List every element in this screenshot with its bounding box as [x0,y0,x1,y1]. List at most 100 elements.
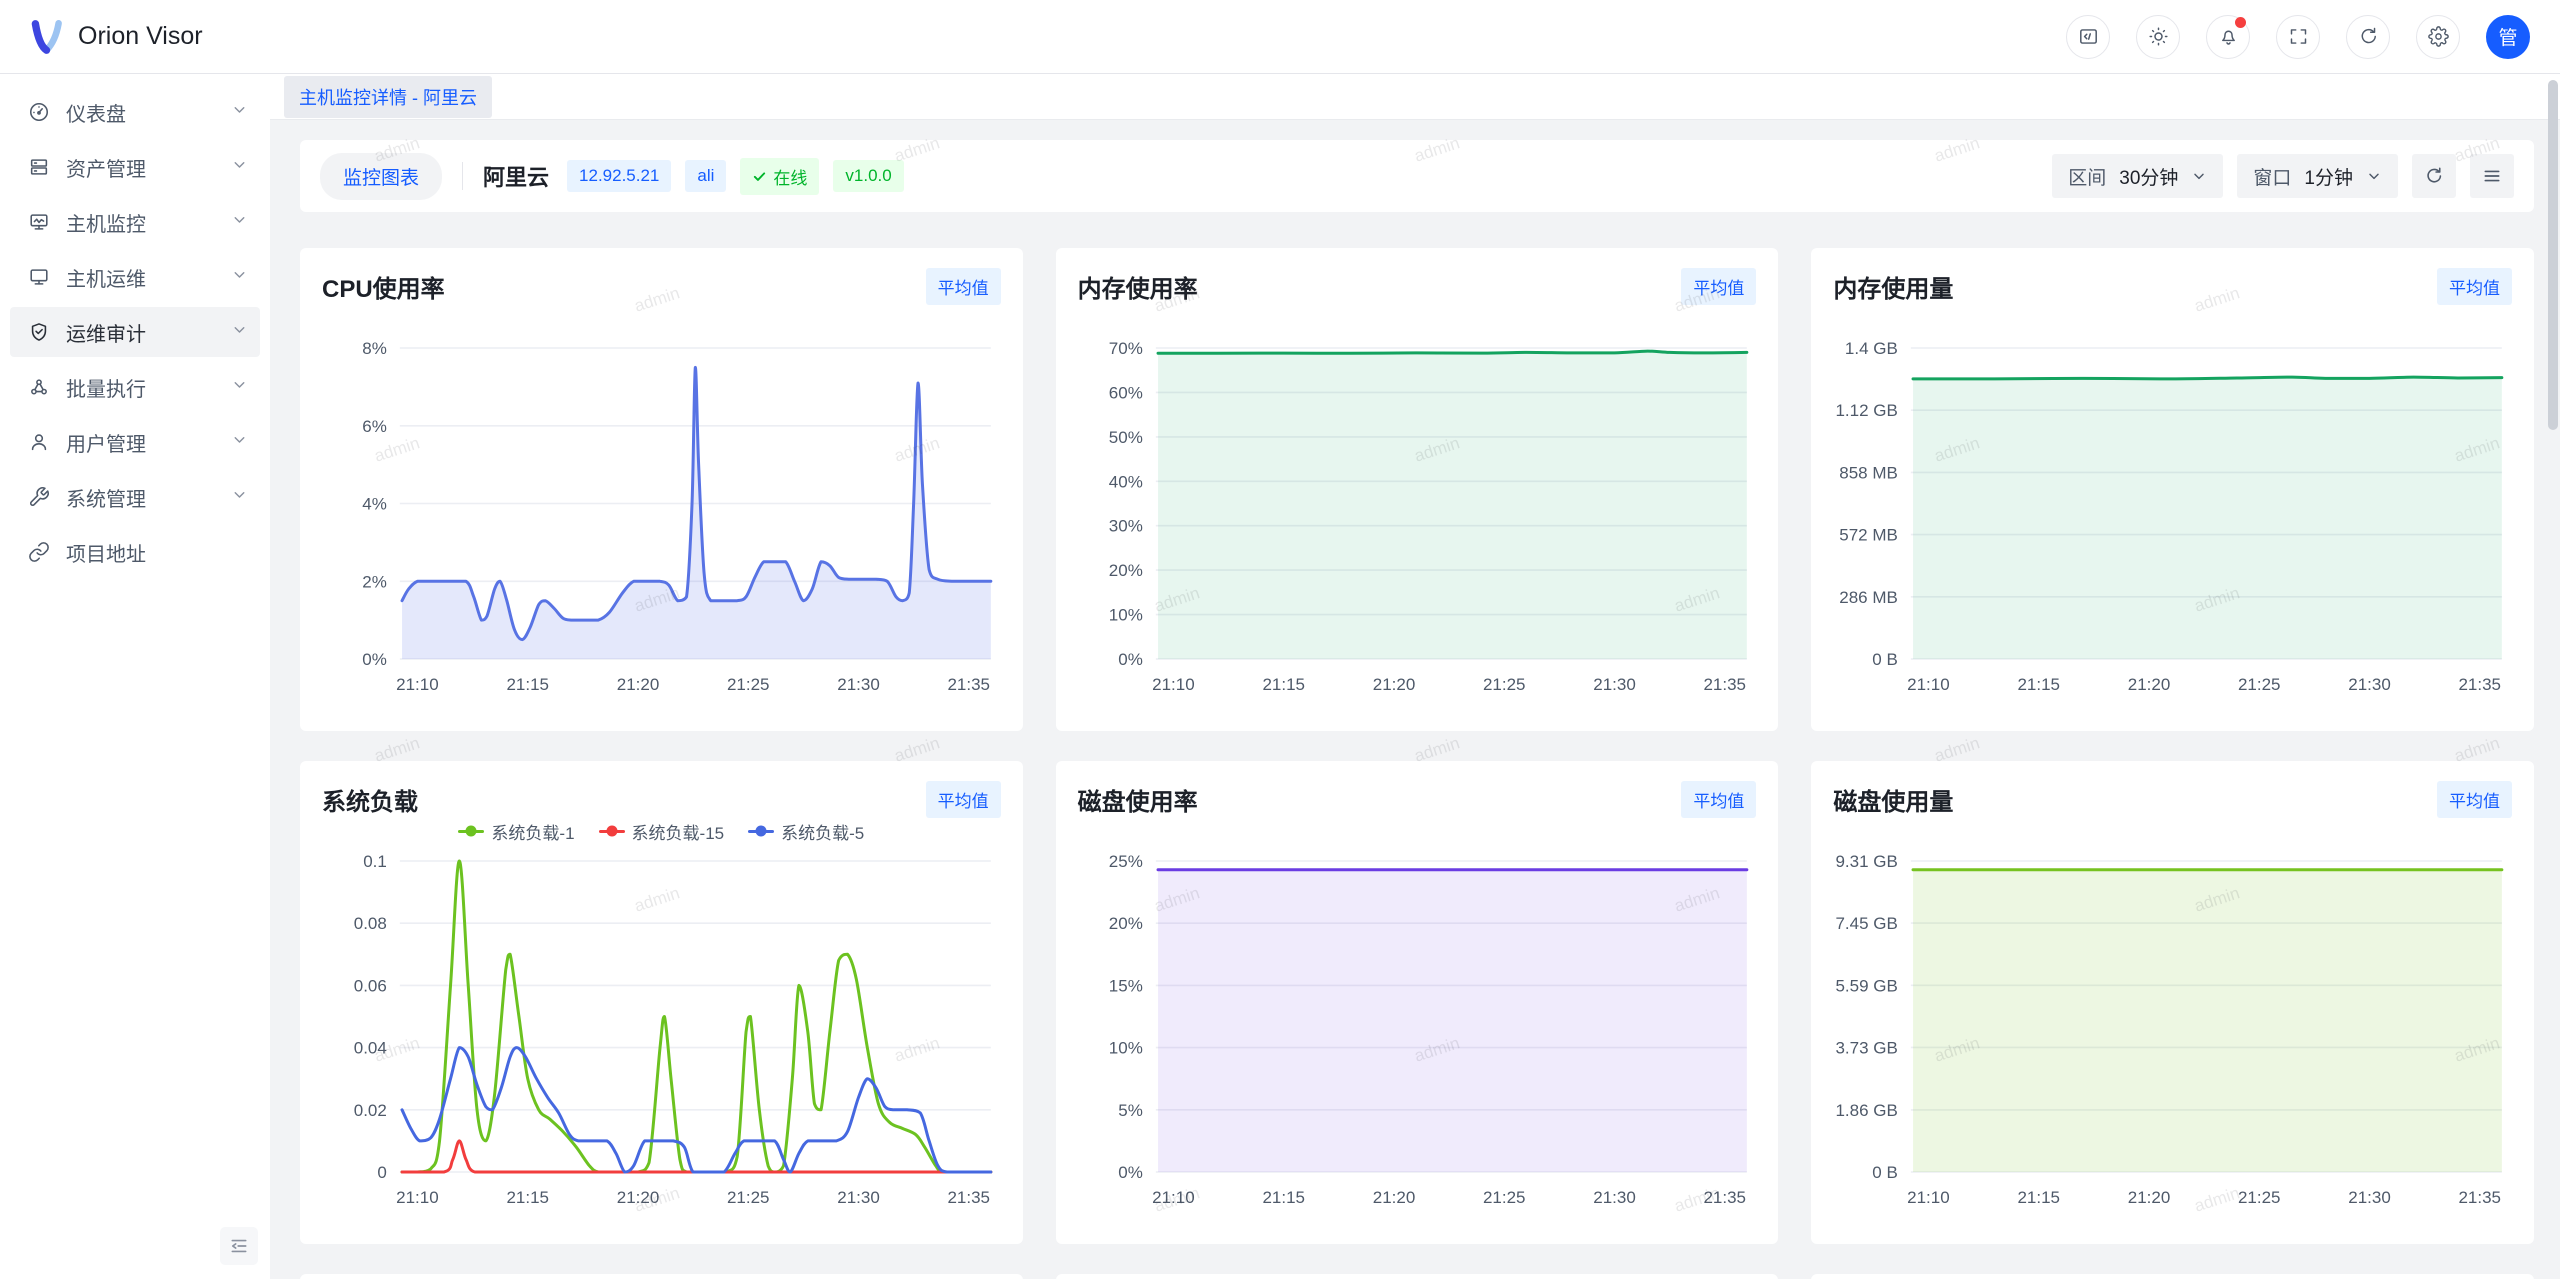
main-area: 主机监控详情 - 阿里云 监控图表 阿里云 12.92.5.21 ali 在线 [270,74,2560,1279]
sidebar-collapse-button[interactable] [220,1227,258,1265]
sidebar-item-label: 主机运维 [66,263,146,292]
chart-canvas: 0 B286 MB572 MB858 MB1.12 GB1.4 GB21:102… [1833,332,2512,702]
svg-text:21:25: 21:25 [2238,1188,2281,1207]
sidebar-item-batch-exec[interactable]: 批量执行 [10,362,260,412]
chart-canvas: 0 B1.86 GB3.73 GB5.59 GB7.45 GB9.31 GB21… [1833,845,2512,1215]
svg-text:10%: 10% [1108,606,1142,625]
svg-text:4%: 4% [362,495,387,514]
svg-text:1.12 GB: 1.12 GB [1836,401,1898,420]
scrollbar[interactable] [2548,76,2558,1276]
svg-text:21:30: 21:30 [1593,1188,1636,1207]
svg-text:21:25: 21:25 [727,675,770,694]
svg-text:0: 0 [377,1163,386,1182]
interval-select[interactable]: 区间 30分钟 [2052,154,2223,198]
legend-item[interactable]: 系统负载-1 [458,819,574,844]
chart-title: CPU使用率 [322,269,445,304]
chart-legend: 系统负载-1 系统负载-15 系统负载-5 [322,817,1001,845]
legend-item[interactable]: 系统负载-15 [599,819,725,844]
breadcrumb-tab[interactable]: 主机监控详情 - 阿里云 [284,76,492,118]
svg-text:21:20: 21:20 [1372,675,1415,694]
aggregation-badge: 平均值 [1681,781,1756,818]
sidebar: 仪表盘 资产管理 主机监控 主机运维 运维审计 [0,74,270,1279]
sidebar-item-ops-audit[interactable]: 运维审计 [10,307,260,357]
settings-button[interactable] [2416,15,2460,59]
chart-card-disk-usage-amount: 磁盘使用量平均值 0 B1.86 GB3.73 GB5.59 GB7.45 GB… [1811,761,2534,1244]
svg-text:21:15: 21:15 [2018,675,2061,694]
sidebar-item-user-management[interactable]: 用户管理 [10,417,260,467]
chevron-down-icon [231,211,248,234]
chart-layout-button[interactable] [2470,154,2514,198]
chart-title: 内存使用量 [1833,269,1953,304]
svg-text:21:20: 21:20 [2128,1188,2171,1207]
svg-text:0.08: 0.08 [354,914,387,933]
header-actions: 管 [2066,15,2530,59]
chart-card-disk-usage-rate: 磁盘使用率平均值 0%5%10%15%20%25%21:1021:1521:20… [1056,761,1779,1244]
svg-text:21:15: 21:15 [506,1188,549,1207]
svg-text:21:10: 21:10 [396,1188,439,1207]
sidebar-item-host-ops[interactable]: 主机运维 [10,252,260,302]
sidebar-item-assets[interactable]: 资产管理 [10,142,260,192]
chart-legend [1078,817,1757,845]
hamburger-icon [2482,166,2502,186]
content: 监控图表 阿里云 12.92.5.21 ali 在线 v1.0.0 区 [270,120,2560,1279]
wrench-icon [28,486,50,508]
chart-legend [1833,304,2512,332]
window-value: 1分钟 [2304,163,2353,190]
chevron-down-icon [2191,168,2207,184]
chart-refresh-button[interactable] [2412,154,2456,198]
agent-version-tag: v1.0.0 [833,160,903,192]
sidebar-item-label: 项目地址 [66,538,146,567]
svg-text:1.86 GB: 1.86 GB [1836,1101,1898,1120]
chevron-down-icon [231,376,248,399]
svg-text:21:30: 21:30 [837,1188,880,1207]
sidebar-item-host-monitor[interactable]: 主机监控 [10,197,260,247]
notifications-button[interactable] [2206,15,2250,59]
sidebar-item-dashboard[interactable]: 仪表盘 [10,87,260,137]
sidebar-item-label: 资产管理 [66,153,146,182]
host-code-tag: ali [685,160,726,192]
svg-text:0.1: 0.1 [363,852,387,871]
sidebar-item-system-management[interactable]: 系统管理 [10,472,260,522]
app-header: Orion Visor 管 [0,0,2560,74]
refresh-button[interactable] [2346,15,2390,59]
svg-text:21:15: 21:15 [1262,675,1305,694]
shield-check-icon [28,321,50,343]
legend-item[interactable]: 系统负载-5 [748,819,864,844]
chevron-down-icon [231,486,248,509]
chart-canvas: 00.020.040.060.080.121:1021:1521:2021:25… [322,845,1001,1215]
svg-text:0%: 0% [1118,650,1143,669]
sidebar-item-label: 仪表盘 [66,98,126,127]
sidebar-item-label: 批量执行 [66,373,146,402]
svg-text:21:20: 21:20 [617,1188,660,1207]
avatar[interactable]: 管 [2486,15,2530,59]
svg-text:21:10: 21:10 [1907,675,1950,694]
svg-text:20%: 20% [1108,914,1142,933]
code-window-icon [2078,26,2099,47]
legend-marker [458,830,484,833]
chevron-down-icon [231,431,248,454]
monitor-pulse-icon [28,211,50,233]
server-stack-icon [28,156,50,178]
theme-brightness-button[interactable] [2136,15,2180,59]
chevron-down-icon [231,101,248,124]
sidebar-item-project-link[interactable]: 项目地址 [10,527,260,577]
svg-text:30%: 30% [1108,517,1142,536]
svg-text:21:10: 21:10 [1907,1188,1950,1207]
toolbar-left: 监控图表 阿里云 12.92.5.21 ali 在线 v1.0.0 [320,153,918,200]
tab-monitor-charts[interactable]: 监控图表 [320,153,442,200]
chart-title: 内存使用率 [1078,269,1198,304]
svg-text:15%: 15% [1108,976,1142,995]
sidebar-item-label: 运维审计 [66,318,146,347]
svg-text:21:15: 21:15 [1262,1188,1305,1207]
svg-text:1.4 GB: 1.4 GB [1845,339,1898,358]
svg-text:5.59 GB: 5.59 GB [1836,976,1898,995]
sidebar-item-label: 用户管理 [66,428,146,457]
code-window-button[interactable] [2066,15,2110,59]
scrollbar-thumb[interactable] [2548,80,2558,430]
chart-card-partial [1811,1274,2534,1279]
layout: 仪表盘 资产管理 主机监控 主机运维 运维审计 [0,74,2560,1279]
window-select[interactable]: 窗口 1分钟 [2237,154,2398,198]
refresh-icon [2424,166,2444,186]
svg-text:21:30: 21:30 [837,675,880,694]
fullscreen-button[interactable] [2276,15,2320,59]
